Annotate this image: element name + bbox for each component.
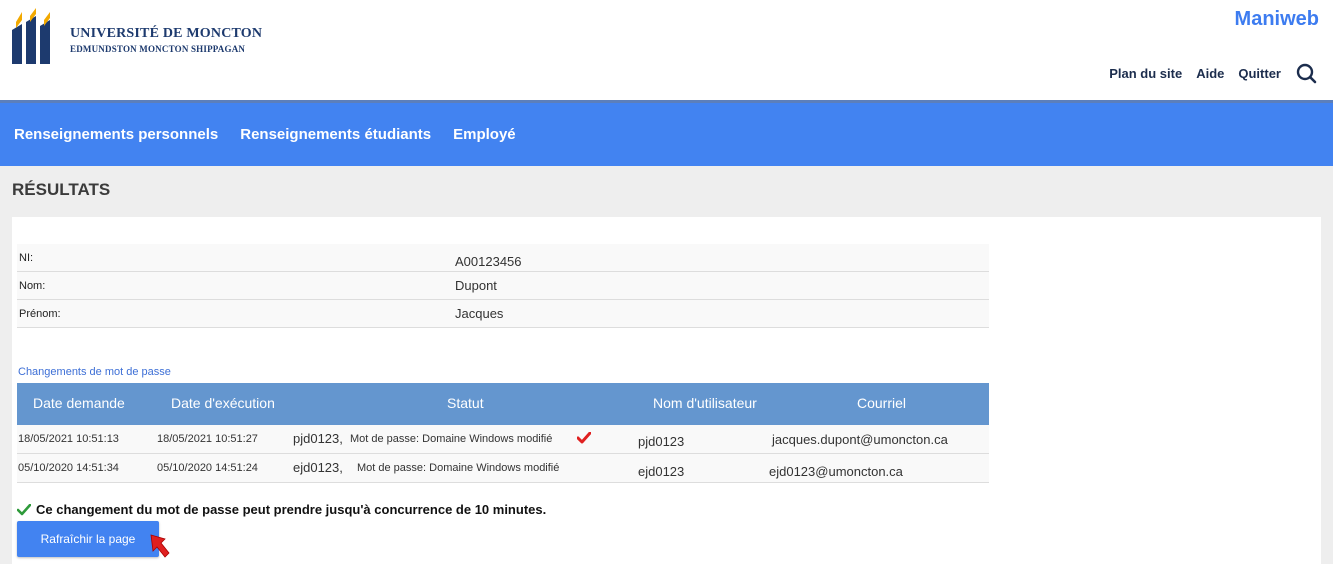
cell-email: jacques.dupont@umoncton.ca	[772, 432, 948, 447]
table-row: 05/10/2020 14:51:34 05/10/2020 14:51:24 …	[17, 454, 989, 483]
cell-username: pjd0123	[638, 434, 685, 449]
info-label: Nom:	[19, 280, 46, 292]
info-value: Jacques	[455, 306, 504, 321]
link-help[interactable]: Aide	[1196, 66, 1224, 81]
col-date-request[interactable]: Date demande	[33, 395, 125, 411]
top-links: Plan du site Aide Quitter	[1095, 62, 1317, 84]
info-row-prenom: Prénom: Jacques	[17, 300, 989, 328]
check-icon	[577, 432, 591, 444]
info-row-nom: Nom: Dupont	[17, 272, 989, 300]
main-nav: Renseignements personnels Renseignements…	[0, 100, 1333, 166]
university-name: UNIVERSITÉ DE MONCTON	[70, 26, 263, 41]
link-quit[interactable]: Quitter	[1238, 66, 1281, 81]
cell-email: ejd0123@umoncton.ca	[769, 464, 903, 479]
cell-username: ejd0123	[638, 464, 685, 479]
cell-date-exec: 18/05/2021 10:51:27	[157, 433, 258, 445]
nav-student-info[interactable]: Renseignements étudiants	[240, 126, 431, 143]
info-label: Prénom:	[19, 308, 61, 320]
arrow-pointer-icon	[150, 534, 170, 558]
info-notice: Ce changement du mot de passe peut prend…	[17, 502, 546, 517]
col-date-exec[interactable]: Date d'exécution	[171, 395, 275, 411]
refresh-button[interactable]: Rafraîchir la page	[17, 521, 159, 557]
col-status[interactable]: Statut	[447, 395, 484, 411]
page-title: RÉSULTATS	[12, 180, 111, 199]
check-icon	[17, 503, 31, 515]
table-row: 18/05/2021 10:51:13 18/05/2021 10:51:27 …	[17, 425, 989, 454]
university-campuses: EDMUNDSTON MONCTON SHIPPAGAN	[70, 44, 246, 54]
cell-date-request: 05/10/2020 14:51:34	[18, 462, 119, 474]
site-header: UNIVERSITÉ DE MONCTON EDMUNDSTON MONCTON…	[0, 0, 1333, 100]
password-changes-caption: Changements de mot de passe	[18, 366, 171, 378]
cell-status-text: Mot de passe: Domaine Windows modifié	[350, 433, 553, 445]
cell-date-request: 18/05/2021 10:51:13	[18, 433, 119, 445]
cell-status-user: ejd0123,	[293, 460, 343, 475]
col-username[interactable]: Nom d'utilisateur	[653, 395, 757, 411]
cell-status-user: pjd0123,	[293, 431, 343, 446]
university-wordmark: UNIVERSITÉ DE MONCTON EDMUNDSTON MONCTON…	[70, 26, 262, 54]
cell-date-exec: 05/10/2020 14:51:24	[157, 462, 258, 474]
identity-table: NI: A00123456 Nom: Dupont Prénom: Jacque…	[17, 244, 989, 328]
search-icon[interactable]	[1295, 62, 1317, 84]
notice-text: Ce changement du mot de passe peut prend…	[36, 502, 547, 517]
nav-employee[interactable]: Employé	[453, 126, 516, 143]
info-label: NI:	[19, 252, 34, 264]
password-table-header: Date demande Date d'exécution Statut Nom…	[17, 383, 989, 425]
info-value: Dupont	[455, 278, 497, 293]
link-site-map[interactable]: Plan du site	[1109, 66, 1182, 81]
info-row-ni: NI: A00123456	[17, 244, 989, 272]
nav-personal-info[interactable]: Renseignements personnels	[14, 126, 218, 143]
cell-status-text: Mot de passe: Domaine Windows modifié	[357, 462, 560, 474]
info-value: A00123456	[455, 254, 522, 269]
app-title[interactable]: Maniweb	[1235, 8, 1319, 31]
university-logo[interactable]	[10, 8, 62, 64]
results-panel: NI: A00123456 Nom: Dupont Prénom: Jacque…	[12, 217, 1321, 564]
col-email[interactable]: Courriel	[857, 395, 906, 411]
